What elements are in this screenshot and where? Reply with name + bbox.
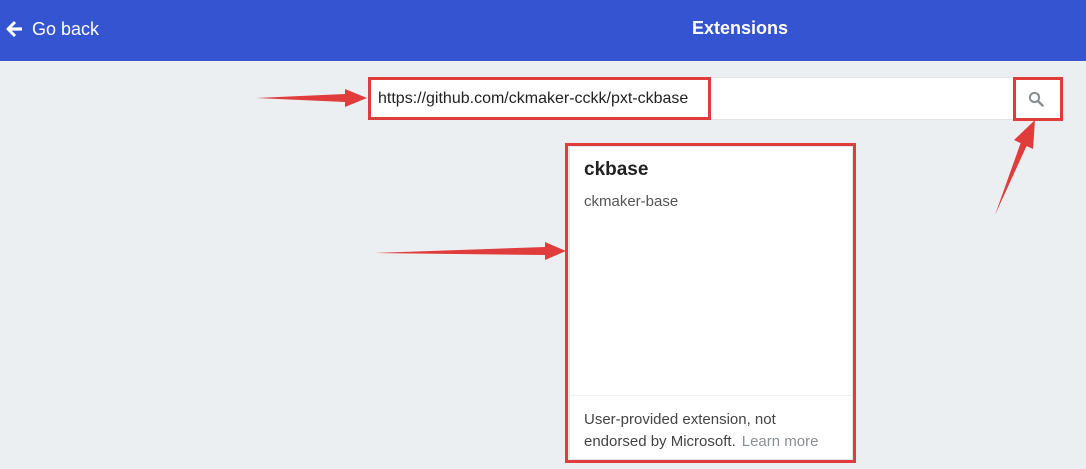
annotation-box-search [1013, 77, 1063, 121]
annotation-arrow-url [256, 89, 367, 107]
page-title: Extensions [691, 18, 789, 38]
annotation-arrow-card [375, 242, 566, 260]
annotation-box-url [368, 77, 711, 120]
top-bar: Go back Extensions [0, 0, 1086, 61]
go-back-label: Go back [32, 18, 100, 39]
go-back-button[interactable]: Go back [6, 18, 99, 40]
annotation-arrows [256, 89, 1035, 260]
annotation-box-card [565, 143, 856, 463]
annotation-arrow-search [995, 120, 1035, 215]
arrow-left-icon [6, 20, 22, 38]
